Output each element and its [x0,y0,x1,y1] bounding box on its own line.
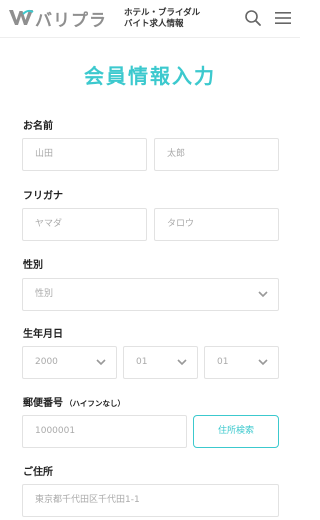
tagline-line-2: バイト求人情報 [124,19,184,29]
birth-month-select[interactable]: 01 [123,346,198,379]
chevron-down-icon [258,291,268,298]
birth-year-select[interactable]: 2000 [22,346,117,379]
site-tagline: ホテル・ブライダル バイト求人情報 [124,8,200,30]
address-search-button[interactable]: 住所検索 [193,415,279,448]
search-icon[interactable] [244,9,262,27]
address-label: ご住所 [23,467,53,478]
first-name-kana-input[interactable]: タロウ [154,208,279,241]
postal-code-note: （ハイフンなし） [65,399,125,408]
postal-code-input[interactable]: 1000001 [22,415,187,448]
last-name-kana-input[interactable]: ヤマダ [22,208,147,241]
gender-select-value: 性別 [35,289,54,299]
birth-year-value: 2000 [35,357,58,367]
chevron-down-icon [258,359,268,366]
postal-code-label: 郵便番号 （ハイフンなし） [23,394,125,409]
chevron-down-icon [177,359,187,366]
site-header: バリプラ ホテル・ブライダル バイト求人情報 [0,0,300,38]
chevron-down-icon [96,359,106,366]
hamburger-menu-icon[interactable] [275,11,291,25]
last-name-input[interactable]: 山田 [22,138,147,171]
address-input[interactable]: 東京都千代田区千代田1-1 [22,484,279,517]
logo-mark-icon [9,9,34,25]
gender-label: 性別 [23,260,43,271]
logo-text: バリプラ [35,10,107,31]
birthdate-label: 生年月日 [23,329,63,340]
birth-month-value: 01 [136,357,148,367]
birth-day-select[interactable]: 01 [204,346,279,379]
postal-code-label-text: 郵便番号 [23,398,63,409]
site-logo[interactable]: バリプラ [8,5,107,31]
first-name-input[interactable]: 太郎 [154,138,279,171]
tagline-line-1: ホテル・ブライダル [124,8,201,18]
name-label: お名前 [23,121,53,132]
furigana-label: フリガナ [23,191,63,202]
birth-day-value: 01 [217,357,229,367]
gender-select[interactable]: 性別 [22,278,279,311]
page-title: 会員情報入力 [84,64,216,88]
